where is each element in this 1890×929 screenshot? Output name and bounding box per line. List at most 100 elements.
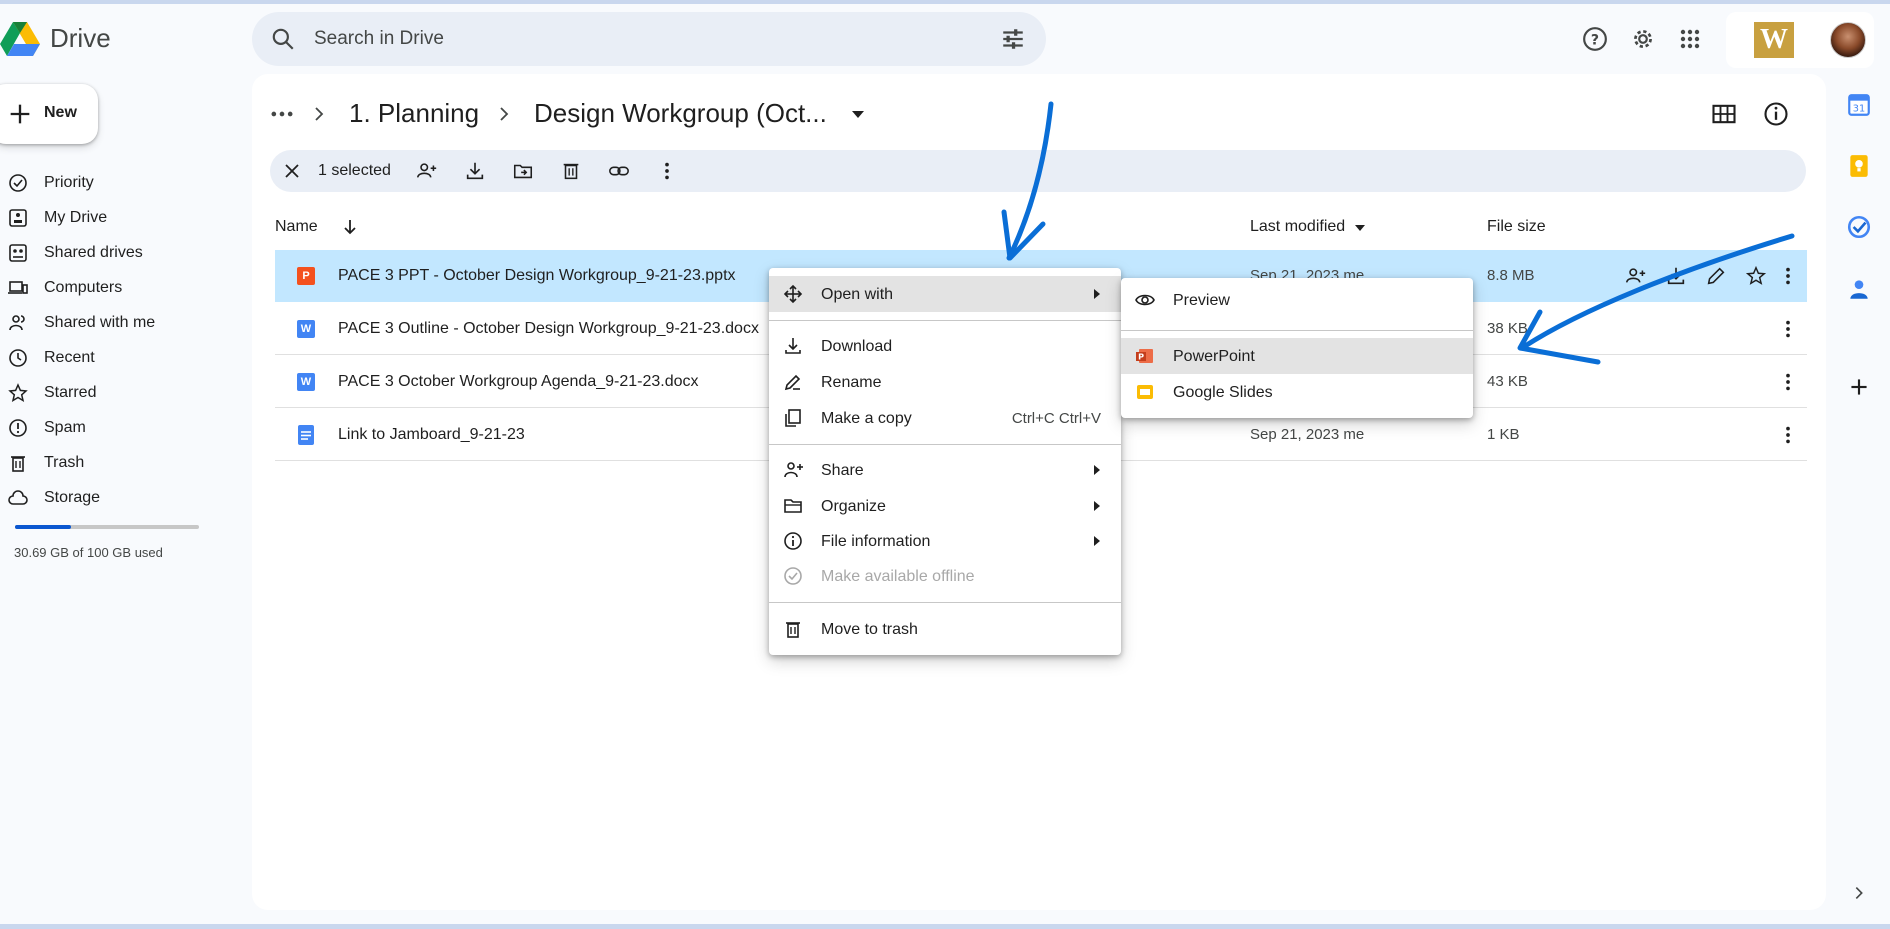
drive-logo[interactable]: Drive <box>0 20 111 56</box>
keep-notes-icon[interactable] <box>1846 153 1872 179</box>
menu-item-move-to-trash[interactable]: Move to trash <box>769 611 1121 647</box>
help-icon[interactable]: ? <box>1580 24 1610 54</box>
search-input[interactable] <box>314 24 964 54</box>
sidebar-item-label: Computers <box>44 279 123 296</box>
settings-gear-icon[interactable] <box>1628 24 1658 54</box>
cloud-icon <box>8 490 28 505</box>
share-icon <box>784 462 803 478</box>
more-actions-icon[interactable] <box>1777 265 1799 287</box>
breadcrumb-more-icon[interactable] <box>268 100 296 128</box>
plus-icon <box>10 104 30 124</box>
submenu-item-google-slides[interactable]: Google Slides <box>1121 374 1473 410</box>
sidebar-item-label: Spam <box>44 419 86 436</box>
file-size: 43 KB <box>1487 373 1528 390</box>
search-options-icon[interactable] <box>1000 26 1026 52</box>
sidebar-item-label: Shared drives <box>44 244 143 261</box>
storage-usage-fill <box>15 525 72 529</box>
clear-selection-close-icon[interactable] <box>282 161 302 181</box>
column-header-file-size[interactable]: File size <box>1487 218 1546 236</box>
download-icon <box>785 338 801 354</box>
submenu-item-preview[interactable]: Preview <box>1121 282 1473 318</box>
sort-dropdown-icon[interactable] <box>1354 222 1366 234</box>
sidebar-item-recent[interactable]: Recent <box>0 340 230 375</box>
menu-item-label: Make a copy <box>821 410 912 427</box>
add-addon-plus-icon[interactable] <box>1846 374 1872 400</box>
search-box[interactable] <box>252 12 1046 66</box>
new-button[interactable]: New <box>0 84 98 144</box>
submenu-item-powerpoint[interactable]: P PowerPoint <box>1121 338 1473 374</box>
menu-item-label: File information <box>821 533 931 550</box>
share-person-add-icon[interactable] <box>1625 265 1647 287</box>
tasks-icon[interactable] <box>1846 214 1872 240</box>
contacts-icon[interactable] <box>1846 276 1872 302</box>
menu-item-label: Organize <box>821 498 886 515</box>
download-icon[interactable] <box>464 160 486 182</box>
account-switcher[interactable]: W <box>1726 12 1874 68</box>
sidebar-item-my-drive[interactable]: My Drive <box>0 200 230 235</box>
rename-pencil-icon[interactable] <box>1705 265 1727 287</box>
menu-item-download[interactable]: Download <box>769 328 1121 364</box>
submenu-arrow-icon <box>1094 289 1100 299</box>
menu-item-share[interactable]: Share <box>769 452 1121 488</box>
context-menu: Open with Download Rename Make a copy Ct… <box>769 268 1121 655</box>
my-drive-icon <box>9 209 27 227</box>
menu-item-file-information[interactable]: File information <box>769 523 1121 559</box>
more-actions-icon[interactable] <box>1777 371 1799 393</box>
computers-icon <box>8 281 28 294</box>
move-folder-icon[interactable] <box>512 160 534 182</box>
folder-dropdown-icon[interactable] <box>848 104 868 124</box>
submenu-item-label: Preview <box>1173 292 1230 309</box>
copy-link-icon[interactable] <box>608 160 630 182</box>
sort-arrow-down-icon[interactable] <box>340 217 360 237</box>
word-file-icon: W <box>297 373 315 391</box>
star-icon[interactable] <box>1745 265 1767 287</box>
share-person-add-icon[interactable] <box>416 160 438 182</box>
menu-item-open-with[interactable]: Open with <box>769 276 1121 312</box>
sidebar-nav: Priority My Drive Shared drives Computer… <box>0 165 230 515</box>
expand-panel-chevron-icon[interactable] <box>1850 884 1868 902</box>
menu-item-rename[interactable]: Rename <box>769 364 1121 400</box>
more-actions-icon[interactable] <box>1777 424 1799 446</box>
rename-icon <box>784 374 801 391</box>
search-icon[interactable] <box>270 26 296 52</box>
details-info-icon[interactable] <box>1762 100 1790 128</box>
breadcrumb-current-folder[interactable]: Design Workgroup (Oct... <box>534 98 827 129</box>
drive-logo-icon <box>0 22 40 56</box>
new-button-label: New <box>44 104 77 121</box>
download-icon[interactable] <box>1665 265 1687 287</box>
svg-text:?: ? <box>1591 32 1599 48</box>
trash-icon[interactable] <box>560 160 582 182</box>
submenu-arrow-icon <box>1094 536 1100 546</box>
chevron-right-icon <box>500 107 509 121</box>
column-header-name[interactable]: Name <box>275 218 318 236</box>
sidebar-item-label: Recent <box>44 349 95 366</box>
breadcrumb-item[interactable]: 1. Planning <box>349 98 479 129</box>
sidebar-item-storage[interactable]: Storage <box>0 480 230 515</box>
submenu-item-label: PowerPoint <box>1173 348 1255 365</box>
window-top-border <box>0 0 1890 4</box>
sidebar-item-label: Storage <box>44 489 101 506</box>
column-header-last-modified[interactable]: Last modified <box>1250 218 1345 236</box>
menu-item-organize[interactable]: Organize <box>769 488 1121 524</box>
sidebar-item-priority[interactable]: Priority <box>0 165 230 200</box>
sidebar-item-label: Trash <box>44 454 85 471</box>
more-actions-icon[interactable] <box>1777 318 1799 340</box>
more-actions-icon[interactable] <box>656 160 678 182</box>
sidebar-item-starred[interactable]: Starred <box>0 375 230 410</box>
shared-with-me-icon <box>9 315 25 331</box>
submenu-item-label: Google Slides <box>1173 384 1273 401</box>
selection-toolbar: 1 selected <box>270 150 1806 192</box>
apps-grid-icon[interactable] <box>1675 24 1705 54</box>
sidebar-item-trash[interactable]: Trash <box>0 445 230 480</box>
calendar-icon[interactable]: 31 <box>1846 92 1872 118</box>
avatar[interactable] <box>1830 22 1866 58</box>
sidebar-item-spam[interactable]: Spam <box>0 410 230 445</box>
shared-drives-icon <box>9 244 27 262</box>
sidebar-item-shared-with-me[interactable]: Shared with me <box>0 305 230 340</box>
sidebar-item-computers[interactable]: Computers <box>0 270 230 305</box>
file-modified: Sep 21, 2023 me <box>1250 426 1365 443</box>
menu-item-make-a-copy[interactable]: Make a copy Ctrl+C Ctrl+V <box>769 400 1121 436</box>
grid-view-icon[interactable] <box>1710 100 1738 128</box>
sidebar-item-shared-drives[interactable]: Shared drives <box>0 235 230 270</box>
storage-usage-bar <box>15 525 199 529</box>
